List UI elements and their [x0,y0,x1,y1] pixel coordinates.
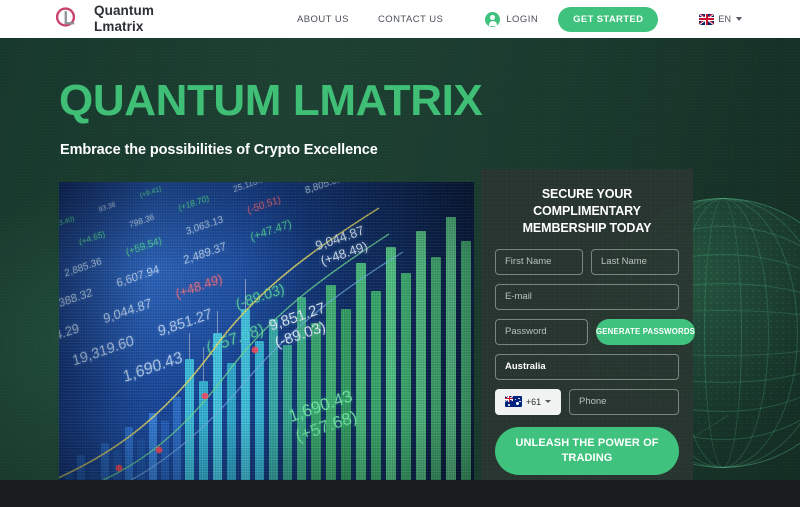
landing-page: Quantum Lmatrix ABOUT US CONTACT US LOGI… [0,0,800,507]
language-selector[interactable]: EN [699,13,743,25]
brand-logo-link[interactable]: Quantum Lmatrix [52,3,154,35]
phone-input[interactable] [569,388,679,415]
language-code: EN [718,14,732,24]
dial-code-label: +61 [525,396,542,407]
login-button[interactable]: LOGIN [485,11,539,27]
signup-panel: SECURE YOUR COMPLIMENTARY MEMBERSHIP TOD… [481,169,696,480]
page-title: QUANTUM LMATRIX [59,76,483,125]
quantum-lmatrix-logo-icon [52,4,82,34]
uk-flag-icon [699,13,715,25]
user-icon [485,11,501,27]
generate-passwords-button[interactable]: GENERATE PASSWORDS [596,318,696,345]
chevron-down-icon [545,400,552,404]
footer-band [0,480,800,507]
hero-subtitle: Embrace the possibilities of Crypto Exce… [60,142,378,158]
brand-name: Quantum Lmatrix [94,3,154,34]
nav-about-us[interactable]: ABOUT US [297,14,349,25]
hero-section: QUANTUM LMATRIX Embrace the possibilitie… [0,38,800,480]
chevron-down-icon [736,17,743,21]
first-name-input[interactable] [495,248,583,275]
nav-contact-us[interactable]: CONTACT US [378,14,443,25]
main-nav: ABOUT US CONTACT US [297,14,443,25]
australia-flag-icon [504,396,522,408]
last-name-input[interactable] [591,248,679,275]
signup-heading: SECURE YOUR COMPLIMENTARY MEMBERSHIP TOD… [522,187,652,235]
password-input[interactable] [495,318,588,345]
submit-button[interactable]: UNLEASH THE POWER OF TRADING [495,426,679,475]
signup-form: GENERATE PASSWORDS [495,248,696,475]
dial-code-selector[interactable]: +61 [495,388,561,415]
login-label: LOGIN [506,13,539,25]
get-started-button[interactable]: GET STARTED [558,6,659,32]
site-header: Quantum Lmatrix ABOUT US CONTACT US LOGI… [0,0,800,38]
email-input[interactable] [495,283,679,310]
stock-market-image: 19.15(+3.40) 93.36(+9.41) 184,314.43(-1.… [59,182,474,480]
country-select[interactable] [495,353,679,380]
